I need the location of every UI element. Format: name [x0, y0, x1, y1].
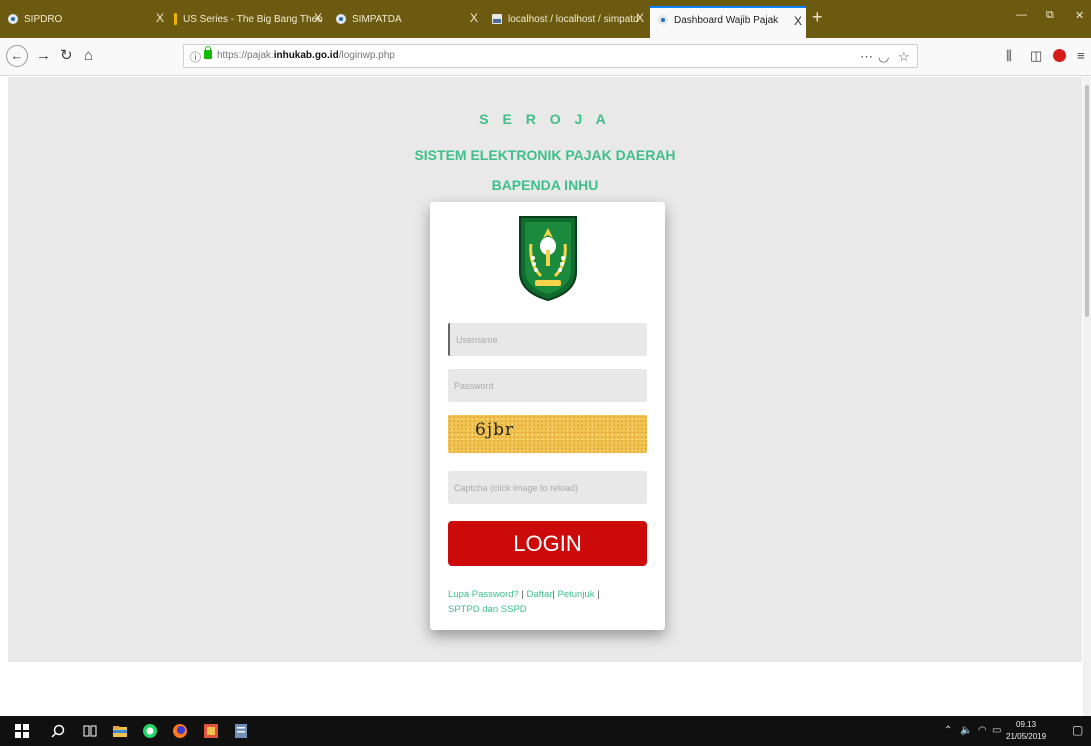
guide-link[interactable]: Petunjuk	[558, 589, 595, 600]
password-field[interactable]	[448, 369, 647, 402]
network-icon[interactable]: ◠	[978, 725, 987, 736]
maximize-icon[interactable]: ⧉	[1046, 9, 1054, 22]
captcha-image[interactable]: 6jbr	[448, 415, 647, 453]
firefox-tab-icon	[8, 14, 18, 24]
adblock-icon[interactable]	[1053, 49, 1066, 62]
search-icon[interactable]	[50, 723, 66, 739]
task-view-icon[interactable]	[82, 723, 98, 739]
forward-icon[interactable]: →	[36, 47, 51, 65]
register-link[interactable]: Daftar	[527, 589, 553, 600]
app-name: S E R O J A	[479, 111, 611, 127]
scrollbar-thumb[interactable]	[1085, 85, 1089, 317]
regency-emblem-icon	[519, 216, 577, 302]
minimize-icon[interactable]: —	[1016, 9, 1027, 21]
reload-icon[interactable]: ↻	[60, 47, 73, 65]
battery-icon[interactable]: ▭	[992, 725, 1001, 736]
site-tab-icon	[174, 13, 177, 25]
browser-tabbar: SIPDRO X US Series - The Big Bang Theo X…	[0, 0, 1091, 38]
page-actions-icon[interactable]: ⋯	[860, 49, 873, 65]
file-explorer-icon[interactable]	[112, 723, 128, 739]
browser-navbar: ← → ↻ ⌂ ⓘ https://pajak.inhukab.go.id/lo…	[0, 38, 1091, 76]
home-icon[interactable]: ⌂	[84, 47, 93, 65]
tab-title: SIPDRO	[24, 13, 63, 25]
address-bar[interactable]: ⓘ https://pajak.inhukab.go.id/loginwp.ph…	[183, 44, 918, 68]
menu-icon[interactable]: ≡	[1077, 47, 1085, 65]
pocket-icon[interactable]: ◡	[878, 49, 889, 65]
windows-start-icon[interactable]	[14, 723, 30, 739]
clock-time: 09.13	[1016, 720, 1037, 729]
link-separator: |	[597, 589, 600, 600]
tab-us-series[interactable]: US Series - The Big Bang Theo X	[174, 8, 326, 30]
new-tab-button[interactable]: +	[812, 6, 823, 28]
close-window-icon[interactable]: ✕	[1075, 9, 1084, 22]
close-tab-icon[interactable]: X	[470, 11, 478, 25]
tab-title: SIMPATDA	[352, 13, 402, 25]
url-text[interactable]: https://pajak.inhukab.go.id/loginwp.php	[217, 50, 395, 61]
lock-icon[interactable]	[204, 46, 212, 59]
captcha-field[interactable]	[448, 471, 647, 504]
windows-taskbar: ⌃ 🔈 ◠ ▭ 09.13 21/05/2019 ▢	[0, 716, 1091, 746]
tray-chevron-icon[interactable]: ⌃	[944, 725, 952, 736]
close-tab-icon[interactable]: X	[636, 11, 644, 25]
page-scrollbar[interactable]	[1083, 77, 1091, 716]
whatsapp-icon[interactable]	[142, 723, 158, 739]
clock-date: 21/05/2019	[1006, 732, 1047, 741]
login-button[interactable]: LOGIN	[448, 521, 647, 566]
notes-icon[interactable]	[233, 723, 249, 739]
database-tab-icon	[492, 14, 502, 24]
bookmark-star-icon[interactable]: ☆	[898, 49, 910, 65]
notification-icon[interactable]: ▢	[1072, 723, 1083, 737]
page-content: S E R O J A SISTEM ELEKTRONIK PAJAK DAER…	[0, 77, 1091, 716]
login-card: 6jbr LOGIN Lupa Password? | Daftar| Petu…	[430, 202, 665, 630]
system-clock[interactable]: 09.13 21/05/2019	[1006, 719, 1046, 743]
info-icon[interactable]: ⓘ	[190, 49, 201, 65]
tab-title: localhost / localhost / simpatd	[508, 13, 639, 25]
tab-title: US Series - The Big Bang Theo	[183, 13, 323, 25]
firefox-icon[interactable]	[172, 723, 188, 739]
help-links: Lupa Password? | Daftar| Petunjuk | SPTP…	[448, 587, 648, 617]
close-tab-icon[interactable]: X	[314, 11, 322, 25]
sidebar-icon[interactable]: ◫	[1030, 47, 1042, 65]
firefox-tab-icon	[658, 15, 668, 25]
username-field[interactable]	[448, 323, 647, 356]
app-icon[interactable]	[203, 723, 219, 739]
tab-dashboard-wajib-pajak[interactable]: Dashboard Wajib Pajak X	[650, 6, 806, 38]
forgot-password-link[interactable]: Lupa Password?	[448, 589, 519, 600]
tab-simpatda[interactable]: SIMPATDA X	[336, 8, 482, 30]
sptpd-link[interactable]: SPTPD dan SSPD	[448, 604, 527, 615]
volume-icon[interactable]: 🔈	[960, 725, 972, 736]
close-tab-icon[interactable]: X	[156, 11, 164, 25]
system-name: SISTEM ELEKTRONIK PAJAK DAERAH	[414, 147, 676, 163]
tab-title: Dashboard Wajib Pajak	[674, 14, 779, 26]
captcha-text: 6jbr	[475, 420, 515, 440]
library-icon[interactable]: ⫼	[1006, 47, 1012, 65]
back-icon[interactable]: ←	[6, 45, 28, 67]
link-separator: |	[521, 589, 524, 600]
firefox-tab-icon	[336, 14, 346, 24]
tab-localhost[interactable]: localhost / localhost / simpatd X	[492, 8, 648, 30]
agency-name: BAPENDA INHU	[491, 177, 599, 193]
tab-sipdro[interactable]: SIPDRO X	[8, 8, 168, 30]
link-separator: |	[552, 589, 555, 600]
close-tab-icon[interactable]: X	[794, 14, 802, 28]
